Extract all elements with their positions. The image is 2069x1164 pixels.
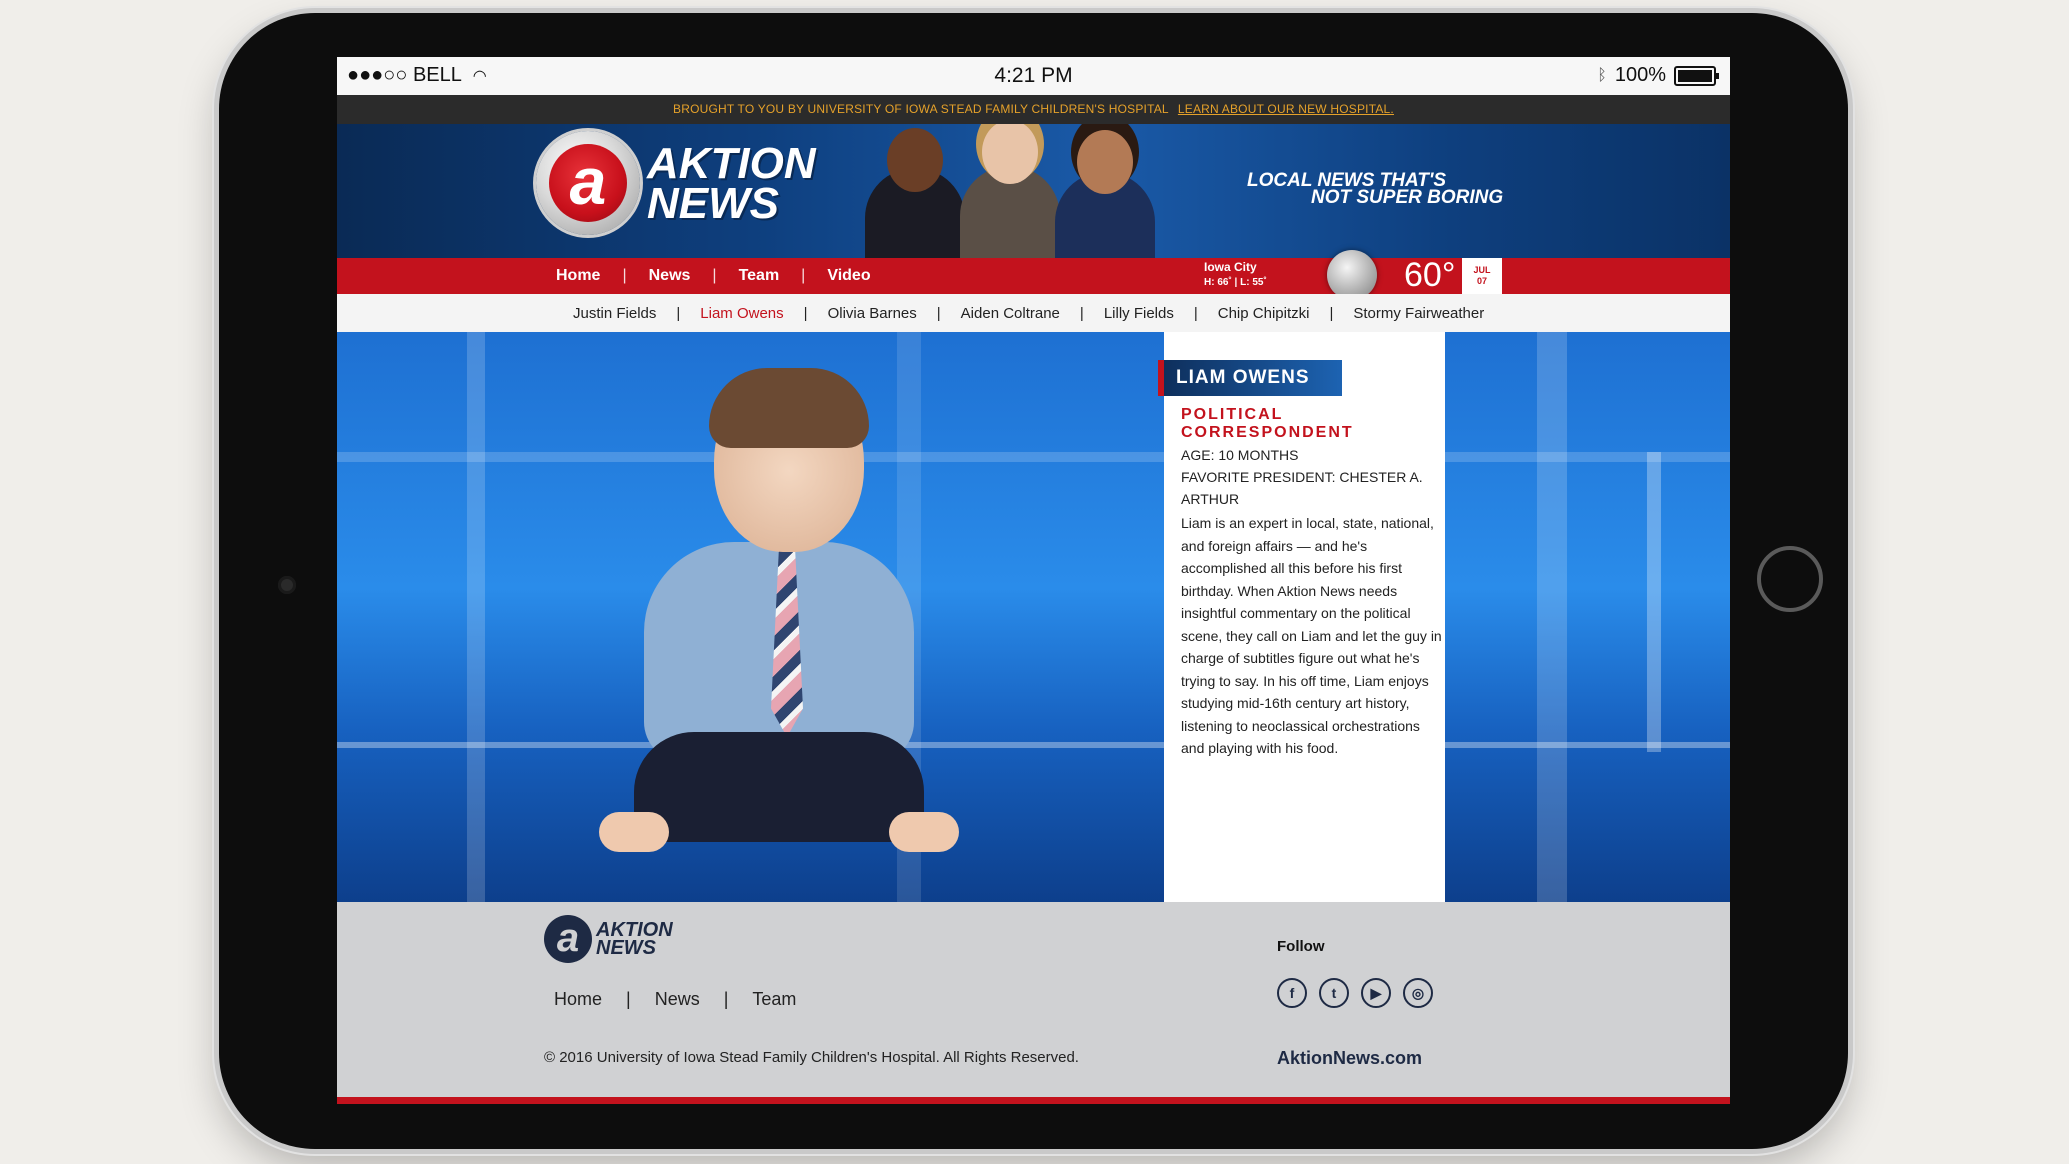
logo-icon[interactable]: a	[536, 131, 640, 235]
site-footer: a AKTION NEWS Home | News | Team © 2016 …	[337, 902, 1730, 1097]
background-streak	[337, 452, 1730, 462]
instagram-icon[interactable]: ◎	[1403, 978, 1433, 1008]
footer-logo-wordmark: AKTION NEWS	[596, 920, 673, 959]
footer-logo-icon: a	[544, 915, 592, 963]
screen: ●●●○○ BELL ◠ 4:21 PM ᛒ 100% BROUGHT TO Y…	[337, 57, 1730, 1104]
date-day: 07	[1476, 276, 1487, 286]
team-member-olivia-barnes[interactable]: Olivia Barnes	[828, 305, 917, 322]
main-nav-links: Home | News | Team | Video	[556, 258, 871, 294]
kid-photo-3	[1055, 130, 1155, 258]
camera	[278, 576, 296, 594]
footer-link-news[interactable]: News	[655, 989, 700, 1010]
kid-face-2	[982, 124, 1038, 184]
status-right: ᛒ 100%	[1597, 64, 1719, 87]
team-subnav: Justin Fields | Liam Owens | Olivia Barn…	[337, 294, 1730, 332]
kid-face-1	[887, 128, 943, 192]
copyright: © 2016 University of Iowa Stead Family C…	[544, 1049, 1079, 1066]
nav-separator: |	[801, 267, 806, 284]
baby-foot-left	[599, 812, 669, 852]
nav-news[interactable]: News	[649, 267, 691, 285]
status-bar: ●●●○○ BELL ◠ 4:21 PM ᛒ 100%	[337, 57, 1730, 95]
team-separator: |	[803, 304, 808, 322]
team-separator: |	[1193, 304, 1198, 322]
profile-age: AGE: 10 MONTHS	[1181, 447, 1299, 463]
team-member-stormy-fairweather[interactable]: Stormy Fairweather	[1353, 305, 1484, 322]
nav-home[interactable]: Home	[556, 267, 600, 285]
profile-name: LIAM OWENS	[1158, 360, 1342, 396]
background-streak	[1537, 332, 1567, 902]
nav-separator: |	[712, 267, 717, 284]
follow-label: Follow	[1277, 938, 1325, 955]
profile-favorite: FAVORITE PRESIDENT: CHESTER A. ARTHUR	[1181, 469, 1423, 507]
footer-accent-bar	[337, 1097, 1730, 1104]
footer-separator: |	[723, 989, 729, 1009]
bio-panel: LIAM OWENS POLITICAL CORRESPONDENT AGE: …	[1158, 332, 1445, 902]
sponsor-link[interactable]: LEARN ABOUT OUR NEW HOSPITAL.	[1178, 102, 1394, 116]
footer-link-home[interactable]: Home	[554, 989, 602, 1010]
nav-video[interactable]: Video	[827, 267, 870, 285]
facebook-icon[interactable]: f	[1277, 978, 1307, 1008]
team-separator: |	[1329, 304, 1334, 322]
baby-foot-right	[889, 812, 959, 852]
sponsor-bar: BROUGHT TO YOU BY UNIVERSITY OF IOWA STE…	[337, 95, 1730, 124]
logo-letter: a	[549, 144, 627, 222]
weather-hilo: H: 66˚ | L: 55˚	[1204, 277, 1267, 288]
footer-separator: |	[626, 989, 631, 1009]
moon-icon	[1327, 250, 1377, 300]
team-member-aiden-coltrane[interactable]: Aiden Coltrane	[961, 305, 1060, 322]
kid-face-3	[1077, 130, 1133, 194]
profile-photo	[589, 368, 969, 902]
tagline: LOCAL NEWS THAT'S NOT SUPER BORING	[1247, 171, 1504, 208]
footer-link-team[interactable]: Team	[752, 989, 796, 1010]
main-nav: Home | News | Team | Video Iowa City H: …	[337, 250, 1730, 300]
logo-line2: NEWS	[647, 179, 779, 228]
profile-role: POLITICAL CORRESPONDENT	[1181, 406, 1354, 441]
team-separator: |	[1079, 304, 1084, 322]
background-streak	[337, 742, 1730, 748]
kid-photo-1	[865, 128, 965, 258]
logo-wordmark[interactable]: AKTION NEWS	[647, 139, 816, 228]
footer-nav: Home | News | Team	[554, 989, 796, 1010]
background-streak	[1647, 452, 1661, 752]
home-button[interactable]	[1757, 546, 1823, 612]
team-member-justin-fields[interactable]: Justin Fields	[573, 305, 656, 322]
kid-photo-2	[960, 124, 1060, 258]
baby-hair	[709, 368, 869, 448]
nav-team[interactable]: Team	[739, 267, 780, 285]
profile-bio: Liam is an expert in local, state, natio…	[1181, 515, 1442, 756]
team-member-liam-owens[interactable]: Liam Owens	[700, 305, 783, 322]
clock: 4:21 PM	[994, 64, 1073, 87]
profile-facts: AGE: 10 MONTHS FAVORITE PRESIDENT: CHEST…	[1181, 444, 1445, 510]
weather-widget[interactable]: Iowa City H: 66˚ | L: 55˚ 60° JUL 07	[1204, 250, 1502, 300]
sponsor-text: BROUGHT TO YOU BY UNIVERSITY OF IOWA STE…	[673, 102, 1169, 116]
team-separator: |	[936, 304, 941, 322]
site-header: a AKTION NEWS LOCAL NEWS THAT'S NOT SUPE…	[337, 124, 1730, 258]
date-badge: JUL 07	[1462, 258, 1502, 294]
weather-city: Iowa City	[1204, 260, 1257, 274]
anchor-kids-photo	[865, 124, 1155, 258]
team-member-lilly-fields[interactable]: Lilly Fields	[1104, 305, 1174, 322]
battery-percent: 100%	[1614, 64, 1666, 86]
twitter-icon[interactable]: t	[1319, 978, 1349, 1008]
date-month: JUL	[1473, 265, 1491, 275]
baby-pants	[634, 732, 924, 842]
background-streak	[467, 332, 485, 902]
profile-hero: LIAM OWENS POLITICAL CORRESPONDENT AGE: …	[337, 332, 1730, 902]
battery-icon	[1674, 65, 1719, 86]
weather-temp: 60°	[1404, 256, 1456, 294]
social-links: f t ▶ ◎	[1277, 978, 1433, 1008]
bluetooth-icon: ᛒ	[1597, 66, 1607, 84]
team-separator: |	[676, 304, 681, 322]
youtube-icon[interactable]: ▶	[1361, 978, 1391, 1008]
team-member-chip-chipitzki[interactable]: Chip Chipitzki	[1218, 305, 1310, 322]
team-list: Justin Fields | Liam Owens | Olivia Barn…	[573, 294, 1484, 332]
nav-separator: |	[622, 267, 627, 284]
logo-line1: AKTION	[647, 139, 816, 188]
tagline-line2: NOT SUPER BORING	[1311, 187, 1504, 208]
footer-logo-line2: NEWS	[596, 937, 656, 959]
site-url[interactable]: AktionNews.com	[1277, 1048, 1422, 1069]
